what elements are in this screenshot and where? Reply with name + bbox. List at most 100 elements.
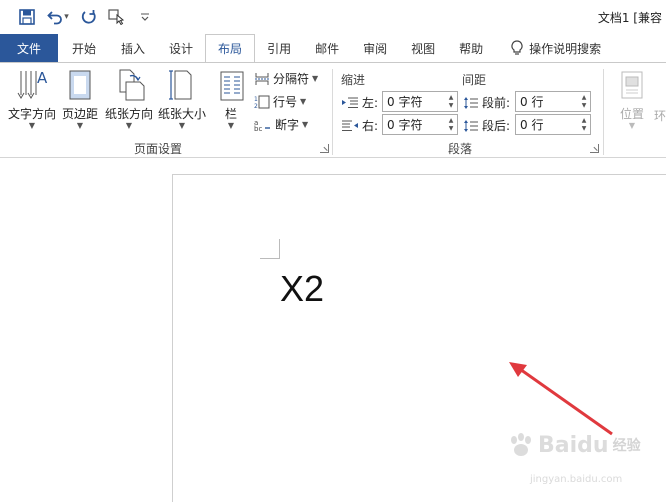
dropdown-icon: ▼: [125, 121, 133, 130]
spacing-after-input[interactable]: 0 行 ▲ ▼: [515, 114, 591, 135]
dropdown-icon: ▼: [628, 121, 636, 130]
dropdown-icon: ▼: [76, 121, 84, 130]
columns-icon: [220, 71, 244, 101]
spacing-before-value: 0 行: [520, 95, 544, 109]
document-title: 文档1 [兼容: [597, 11, 662, 25]
line-numbers-icon: 12: [254, 95, 270, 109]
dropdown-icon: ▼: [227, 121, 235, 130]
document-text[interactable]: X2: [280, 268, 324, 310]
size-button[interactable]: 纸张大小 ▼: [158, 67, 206, 130]
columns-label: 栏: [224, 107, 237, 121]
watermark-sub: 经验: [612, 438, 641, 454]
hyphenation-label: 断字: [275, 118, 300, 132]
spacing-before-icon: [464, 96, 478, 109]
spinner-arrows-icon[interactable]: ▲ ▼: [445, 115, 457, 134]
orientation-label: 纸张方向: [105, 107, 154, 121]
paragraph-group-label: 段落: [448, 142, 473, 156]
breaks-icon: [255, 72, 269, 85]
svg-text:2: 2: [254, 103, 258, 109]
tab-view[interactable]: 视图: [399, 34, 447, 62]
breaks-button[interactable]: 分隔符 ▼: [254, 70, 318, 87]
indent-left-input[interactable]: 0 字符 ▲ ▼: [382, 91, 458, 112]
page-setup-group-label: 页面设置: [134, 142, 183, 156]
line-numbers-button[interactable]: 12 行号 ▼: [254, 93, 306, 110]
text-direction-button[interactable]: A 文字方向 ▼: [8, 67, 56, 130]
paper-size-icon: [169, 70, 192, 100]
indent-left-label: 左:: [341, 94, 378, 111]
margin-corner-mark: [260, 239, 280, 259]
indent-right-input[interactable]: 0 字符 ▲ ▼: [382, 114, 458, 135]
size-label: 纸张大小: [158, 107, 207, 121]
page-setup-launcher-icon[interactable]: [320, 144, 329, 153]
spacing-after-icon: [464, 119, 478, 132]
spacing-after-value: 0 行: [520, 118, 544, 132]
position-button[interactable]: 位置 ▼: [615, 67, 649, 130]
tab-home[interactable]: 开始: [58, 34, 109, 62]
tab-review[interactable]: 审阅: [351, 34, 399, 62]
group-divider: [603, 69, 604, 155]
margins-label: 页边距: [62, 107, 99, 121]
touch-mode-icon[interactable]: [104, 7, 130, 27]
indent-right-icon: [342, 120, 358, 131]
dropdown-icon: ▼: [300, 97, 307, 106]
spacing-after-label: 段后:: [463, 117, 510, 134]
svg-text:A: A: [37, 69, 48, 87]
watermark-url: jingyan.baidu.com: [530, 474, 623, 485]
wrap-text-label: 环: [654, 109, 666, 123]
indent-title: 缩进: [341, 73, 366, 87]
dropdown-icon: ▼: [178, 121, 186, 130]
spacing-before-input[interactable]: 0 行 ▲ ▼: [515, 91, 591, 112]
dropdown-icon: ▼: [312, 74, 319, 83]
paw-icon: [511, 433, 531, 456]
tab-references[interactable]: 引用: [255, 34, 303, 62]
position-icon: [621, 71, 643, 99]
orientation-button[interactable]: 纸张方向 ▼: [105, 67, 153, 130]
tab-layout[interactable]: 布局: [205, 34, 256, 63]
svg-text:1: 1: [254, 96, 258, 103]
customize-qat-icon[interactable]: [132, 7, 158, 27]
ribbon-tabs: 文件 开始 插入 设计 布局 引用 邮件 审阅 视图 帮助 操作说明搜索: [0, 34, 666, 63]
dropdown-icon: ▼: [28, 121, 36, 130]
text-direction-label: 文字方向: [8, 107, 57, 121]
spinner-arrows-icon[interactable]: ▲ ▼: [578, 92, 590, 111]
orientation-icon: [119, 69, 145, 101]
tell-me-label: 操作说明搜索: [529, 41, 602, 56]
text-direction-icon: A: [17, 69, 48, 99]
tell-me-search[interactable]: 操作说明搜索: [495, 34, 613, 62]
indent-left-icon: [342, 97, 358, 108]
wrap-text-button[interactable]: 环: [654, 107, 666, 124]
redo-icon[interactable]: [76, 7, 102, 27]
quick-access-toolbar: ▾: [14, 7, 158, 27]
indent-left-value: 0 字符: [387, 95, 423, 109]
watermark: Baidu 经验: [508, 432, 641, 458]
tab-mailings[interactable]: 邮件: [303, 34, 351, 62]
tab-design[interactable]: 设计: [157, 34, 205, 62]
annotation-arrow-icon: [509, 362, 613, 436]
spinner-arrows-icon[interactable]: ▲ ▼: [578, 115, 590, 134]
spinner-arrows-icon[interactable]: ▲ ▼: [445, 92, 457, 111]
hyphenation-icon: abc: [254, 119, 270, 132]
columns-button[interactable]: 栏 ▼: [214, 67, 248, 130]
ribbon: A 文字方向 ▼ 页边距 ▼ 纸张方向 ▼ 纸张大小 ▼ 栏 ▼ 分隔符 ▼ 1…: [0, 62, 666, 158]
tab-help[interactable]: 帮助: [447, 34, 495, 62]
hyphenation-button[interactable]: a bc 断字 ▼: [254, 116, 308, 133]
title-bar: ▾ 文档1 [兼容: [0, 0, 666, 34]
breaks-label: 分隔符: [273, 72, 310, 86]
undo-icon[interactable]: ▾: [42, 7, 74, 27]
group-divider: [332, 69, 333, 155]
lightbulb-icon: [511, 40, 523, 55]
line-numbers-label: 行号: [273, 95, 298, 109]
indent-right-label: 右:: [341, 117, 378, 134]
paragraph-launcher-icon[interactable]: [590, 144, 599, 153]
margins-icon: [69, 70, 91, 100]
margins-button[interactable]: 页边距 ▼: [62, 67, 98, 130]
position-label: 位置: [619, 107, 644, 121]
watermark-brand: Baidu: [538, 432, 609, 458]
undo-caret-icon[interactable]: ▾: [64, 12, 69, 22]
indent-right-value: 0 字符: [387, 118, 423, 132]
spacing-title: 间距: [462, 73, 487, 87]
tab-insert[interactable]: 插入: [109, 34, 157, 62]
tab-file[interactable]: 文件: [0, 34, 58, 62]
spacing-before-label: 段前:: [463, 94, 510, 111]
save-icon[interactable]: [14, 7, 40, 27]
